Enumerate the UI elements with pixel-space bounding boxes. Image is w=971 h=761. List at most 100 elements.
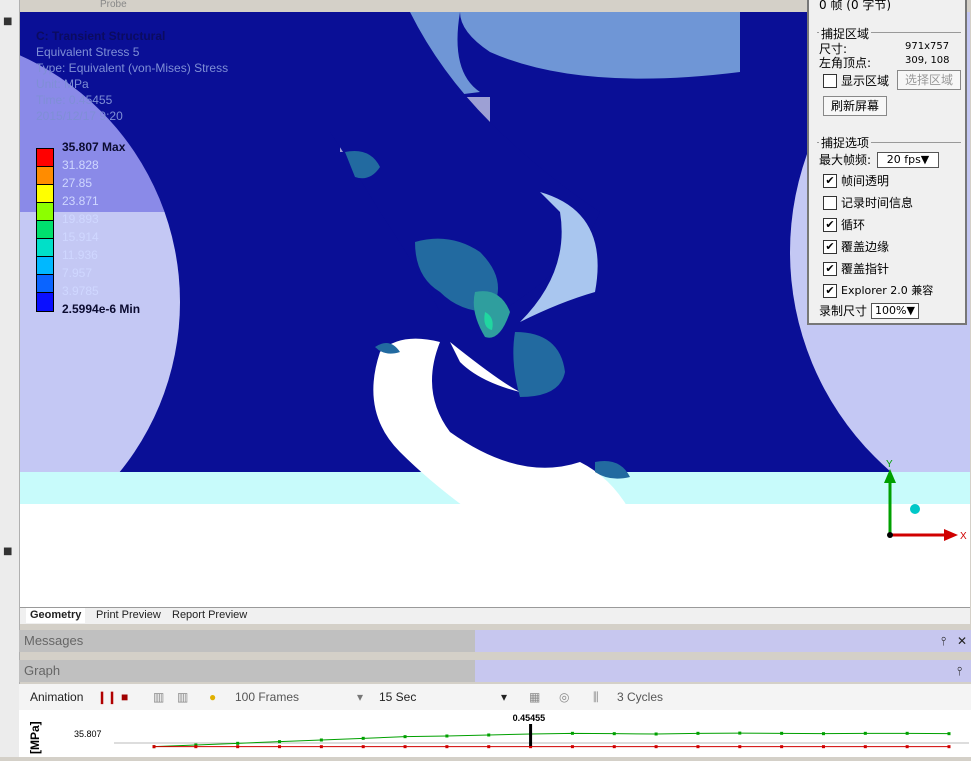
chart-point: [278, 740, 282, 744]
frames-select[interactable]: 100 Frames: [235, 684, 299, 710]
legend-value: 7.957: [62, 266, 93, 280]
legend-result-type: Type: Equivalent (von-Mises) Stress: [36, 61, 229, 75]
corner-value: 309, 108: [905, 55, 950, 66]
chart-marker-label: 0.45455: [513, 713, 546, 723]
legend-min-label: 2.5994e-6 Min: [62, 302, 141, 316]
capture-option-label: 循环: [841, 218, 866, 232]
chart-point: [947, 745, 951, 749]
prev-frame-icon[interactable]: ▥: [153, 684, 164, 710]
capture-option-checkbox[interactable]: ✔: [823, 284, 837, 298]
legend-color-swatch: [36, 220, 54, 240]
graph-title: Graph: [19, 660, 475, 682]
graph-chart-area: [MPa] 35.807 0.45455: [19, 710, 971, 757]
record-size-select[interactable]: 100%▼: [871, 303, 919, 319]
messages-panel-header[interactable]: Messages ⫯ ✕: [19, 630, 971, 652]
chart-point: [445, 745, 449, 749]
max-fps-label: 最大帧频:: [819, 153, 872, 167]
pin-icon[interactable]: ⫯: [941, 630, 946, 652]
chart-point: [194, 745, 198, 749]
cycles-select[interactable]: 3 Cycles: [617, 684, 663, 710]
chevron-down-icon[interactable]: ▾: [501, 684, 507, 710]
legend-color-swatch: [36, 202, 54, 222]
probe-tab-label: Probe: [100, 0, 127, 10]
export-video-icon[interactable]: ▦: [529, 684, 540, 710]
close-icon[interactable]: ✕: [957, 630, 967, 652]
chart-point: [654, 732, 658, 736]
axis-y-label: Y: [886, 459, 893, 470]
capture-frame-count: 0 帧 (0 字节): [819, 0, 892, 12]
chart-point: [947, 732, 951, 736]
capture-options-heading: 捕捉选项: [819, 134, 872, 151]
chart-y-tick: 35.807: [74, 729, 102, 739]
refresh-screen-button[interactable]: 刷新屏幕: [823, 96, 887, 116]
chart-point: [487, 733, 491, 737]
duration-select[interactable]: 15 Sec: [379, 684, 416, 710]
pin-icon[interactable]: ⫯: [957, 660, 962, 682]
capture-option-label: 覆盖边缘: [841, 240, 890, 254]
chart-point: [905, 745, 909, 749]
chart-point: [863, 745, 867, 749]
chart-point: [780, 745, 784, 749]
select-region-button[interactable]: 选择区域: [897, 70, 961, 90]
chart-point: [319, 738, 323, 742]
capture-option-checkbox[interactable]: ✔: [823, 240, 837, 254]
chart-point: [696, 731, 700, 735]
chart-point: [738, 745, 742, 749]
chart-point: [654, 745, 658, 749]
chart-point: [612, 732, 616, 736]
show-region-label: 显示区域: [841, 74, 890, 88]
capture-option-checkbox[interactable]: ✔: [823, 262, 837, 276]
chart-ylabel: [MPa]: [28, 721, 42, 754]
capture-option-checkbox[interactable]: [823, 196, 837, 210]
result-legend-header: C: Transient Structural Equivalent Stres…: [36, 28, 228, 124]
chart-point: [570, 731, 574, 735]
pause-icon[interactable]: ❙❙: [97, 684, 117, 710]
animation-toolbar: Animation ❙❙ ■ ▥ ▥ ● 100 Frames ▾ 15 Sec…: [19, 684, 971, 710]
chart-point: [905, 731, 909, 735]
chart-point: [570, 745, 574, 749]
capture-option-checkbox[interactable]: ✔: [823, 218, 837, 232]
chart-point: [278, 745, 282, 749]
chart-point: [738, 731, 742, 735]
capture-option-checkbox[interactable]: ✔: [823, 174, 837, 188]
tab-report-preview[interactable]: Report Preview: [168, 608, 251, 623]
zoom-icon[interactable]: ◎: [559, 684, 569, 710]
chart-point: [821, 745, 825, 749]
legend-value: 23.871: [62, 194, 99, 208]
tab-print-preview[interactable]: Print Preview: [92, 608, 165, 623]
chart-point: [236, 741, 240, 745]
tab-geometry[interactable]: Geometry: [26, 608, 86, 623]
lightbulb-icon[interactable]: ●: [209, 684, 216, 710]
legend-value: 11.936: [62, 248, 98, 262]
graph-panel-header[interactable]: Graph ⫯: [19, 660, 971, 682]
axis-x-label: X: [960, 531, 967, 542]
view-tabs: Geometry Print Preview Report Preview: [20, 607, 970, 624]
legend-max-label: 35.807 Max: [62, 140, 126, 154]
max-fps-select[interactable]: 20 fps▼: [877, 152, 939, 168]
show-region-checkbox[interactable]: [823, 74, 837, 88]
legend-value: 27.85: [62, 176, 93, 190]
capture-settings-panel: 0 帧 (0 字节) 捕捉区域 尺寸: 971x757 左角顶点: 309, 1…: [807, 0, 967, 325]
chevron-down-icon[interactable]: ▾: [357, 684, 363, 710]
next-frame-icon[interactable]: ▥: [177, 684, 188, 710]
legend-value: 15.914: [62, 230, 99, 244]
pin-icon[interactable]: ■: [3, 546, 12, 557]
pin-icon[interactable]: ■: [3, 16, 12, 27]
legend-value: 31.828: [62, 158, 99, 172]
legend-time: Time: 0.45455: [36, 93, 113, 107]
record-size-label: 录制尺寸: [819, 304, 868, 318]
legend-value: 19.893: [62, 212, 99, 226]
chart-point: [487, 745, 491, 749]
probe-tab[interactable]: Probe: [100, 0, 127, 12]
chart-point: [445, 734, 449, 738]
chart-point: [821, 732, 825, 736]
axis-triad[interactable]: Y X: [870, 457, 970, 547]
result-vs-time-chart: [MPa] 35.807 0.45455: [28, 713, 969, 754]
stop-icon[interactable]: ■: [121, 684, 128, 710]
legend-color-swatch: [36, 238, 54, 258]
legend-color-swatch: [36, 292, 54, 312]
animation-label: Animation: [30, 690, 84, 704]
legend-color-swatch: [36, 184, 54, 204]
capture-option-label: 记录时间信息: [841, 196, 914, 210]
cycles-icon[interactable]: ⫼: [593, 684, 599, 710]
